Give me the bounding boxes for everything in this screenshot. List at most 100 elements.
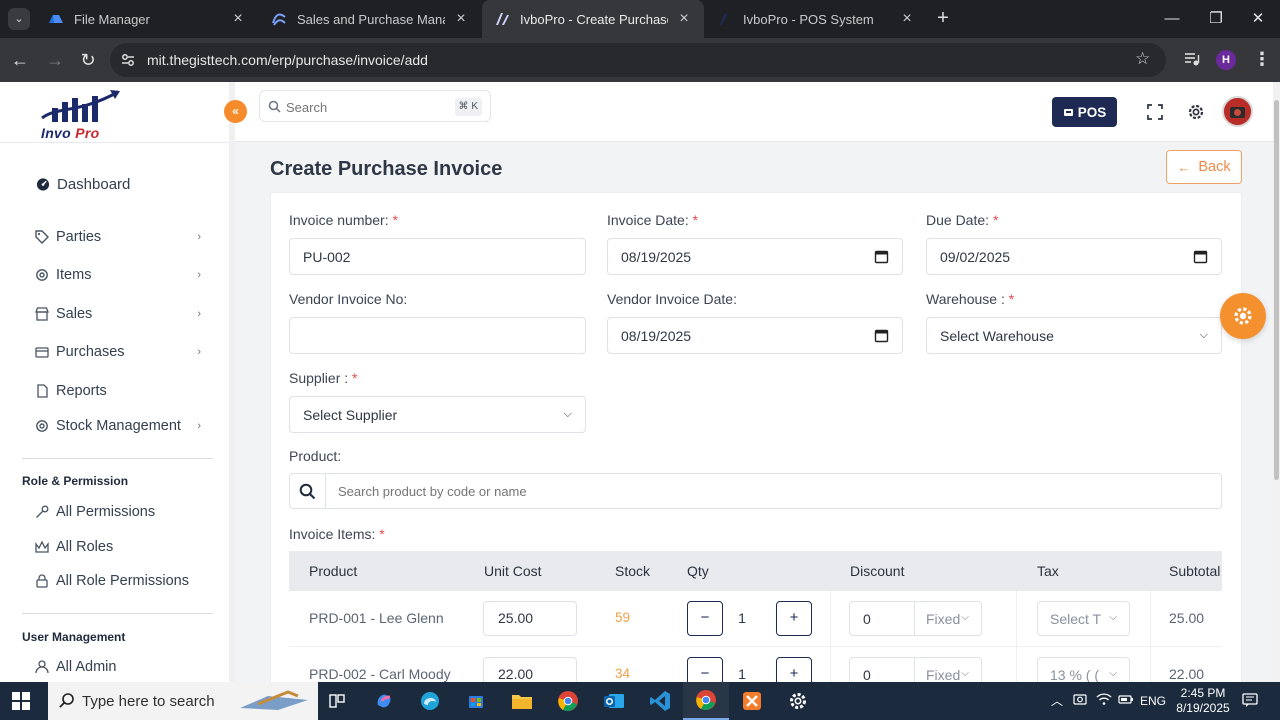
tax-value: 13 % ( ( [1050,667,1100,683]
sidebar-item-all-admin[interactable]: All Admin [35,655,205,679]
user-avatar[interactable] [1222,96,1253,127]
vendor-invoice-date-field[interactable]: 08/19/2025 [607,317,903,354]
unit-cost-input[interactable]: 25.00 [483,601,577,636]
due-date-field[interactable]: 09/02/2025 [926,238,1222,275]
qty-increase-button[interactable]: + [776,601,812,636]
pos-button[interactable]: POS [1052,97,1117,127]
collapse-sidebar-button[interactable]: « [224,100,247,123]
chevron-up-icon[interactable]: ︿ [1051,692,1063,709]
minimize-button[interactable]: — [1150,0,1194,38]
task-view-icon[interactable] [314,682,360,720]
scrollbar-thumb[interactable] [1274,100,1279,480]
fullscreen-icon[interactable] [1146,103,1164,121]
supplier-select[interactable]: Select Supplier ⌵ [289,396,586,433]
copilot-icon[interactable] [361,682,407,720]
notification-icon[interactable] [1242,692,1258,711]
discount-type[interactable]: Fixed [926,667,960,683]
discount-value[interactable]: 0 [863,611,871,627]
restore-button[interactable]: ❐ [1194,0,1238,38]
calendar-icon[interactable] [1193,249,1208,264]
reload-button[interactable]: ↻ [76,48,100,72]
chevron-down-icon: ⌵ [1109,668,1117,679]
sidebar-item-parties[interactable]: Parties › [35,225,205,249]
warehouse-select[interactable]: Select Warehouse ⌵ [926,317,1222,354]
windows-start-icon[interactable] [12,692,30,710]
taskbar-search[interactable]: Type here to search [48,682,318,720]
edge-browser-icon[interactable] [407,682,453,720]
close-icon[interactable]: × [899,10,915,28]
profile-avatar[interactable]: H [1216,50,1236,70]
sidebar-item-purchases[interactable]: Purchases › [35,340,205,364]
file-explorer-icon[interactable] [499,682,545,720]
new-tab-button[interactable]: + [932,7,954,29]
settings-gear-icon[interactable] [775,682,821,720]
taskbar-clock[interactable]: 2:45 PM 8/19/2025 [1168,686,1238,716]
sidebar-item-reports[interactable]: Reports [35,379,205,403]
close-window-button[interactable]: ✕ [1236,0,1280,38]
vendor-invoice-no-label: Vendor Invoice No: [289,291,408,307]
sidebar-item-stock-management[interactable]: Stock Management › [35,414,205,438]
page-scrollbar[interactable] [1273,82,1280,682]
settings-fab-button[interactable] [1220,293,1266,339]
discount-value[interactable]: 0 [863,667,871,683]
chevron-down-icon: ⌵ [1199,329,1208,341]
store-icon[interactable] [453,682,499,720]
sidebar-scrollbar[interactable] [229,82,235,682]
wifi-icon[interactable] [1096,692,1112,709]
xampp-icon[interactable] [729,682,775,720]
tab-pos-system[interactable]: IvboPro - POS System × [705,0,927,38]
browser-menu-icon[interactable]: ⋮ [1253,49,1271,70]
warehouse-label: Warehouse : * [926,291,1014,307]
column-header-subtotal: Subtotal [1169,563,1221,579]
sidebar-item-all-permissions[interactable]: All Permissions [35,500,205,524]
bookmark-star-icon[interactable]: ☆ [1135,49,1150,69]
search-highlight-image [238,688,313,716]
product-search[interactable] [289,473,1222,509]
outlook-icon[interactable] [591,682,637,720]
column-header-discount: Discount [850,563,905,579]
tab-title: IvboPro - Create Purchase Invo [520,11,668,27]
calendar-icon[interactable] [874,328,889,343]
media-control-icon[interactable] [1183,50,1201,68]
tab-file-manager[interactable]: File Manager × [36,0,258,38]
discount-type[interactable]: Fixed [926,611,960,627]
tax-select[interactable]: Select T ⌵ [1037,601,1130,636]
close-icon[interactable]: × [230,10,246,28]
sidebar-item-sales[interactable]: Sales › [35,302,205,326]
vendor-invoice-no-field[interactable] [289,317,586,354]
label-text: Due Date: [926,212,990,228]
tab-sales-purchase[interactable]: Sales and Purchase Manageme × [259,0,481,38]
url-field[interactable]: mit.thegisttech.com/erp/purchase/invoice… [110,43,1166,77]
required-mark: * [1008,291,1015,307]
chrome-icon[interactable] [545,682,591,720]
forward-nav-button[interactable]: → [43,48,67,72]
settings-gear-icon[interactable] [1187,103,1205,121]
discount-field[interactable]: 0 Fixed ⌵ [849,601,982,636]
search-input[interactable] [286,97,446,117]
back-nav-button[interactable]: ← [8,48,32,72]
chrome-icon[interactable] [683,682,729,720]
sidebar-item-dashboard[interactable]: Dashboard [36,172,206,196]
product-search-input[interactable] [338,482,938,500]
due-date-value: 09/02/2025 [940,248,1011,265]
language-indicator[interactable]: ENG [1140,694,1166,708]
close-icon[interactable]: × [676,10,692,28]
qty-value[interactable]: 1 [715,601,769,636]
sidebar-item-all-roles[interactable]: All Roles [35,535,205,559]
camera-icon[interactable] [1073,692,1087,709]
tab-search-button[interactable]: ⌄ [8,8,30,30]
sidebar-item-all-role-permissions[interactable]: All Role Permissions [35,569,205,593]
sidebar-item-items[interactable]: Items › [35,263,205,287]
app-logo[interactable]: Invo Pro [38,88,122,141]
vscode-icon[interactable] [637,682,683,720]
battery-icon[interactable] [1118,692,1134,709]
invoice-number-field[interactable]: PU-002 [289,238,586,275]
back-button[interactable]: ← Back [1166,150,1242,184]
tax-value: Select T [1050,611,1102,627]
invoice-date-field[interactable]: 08/19/2025 [607,238,903,275]
tab-create-purchase-invoice[interactable]: IvboPro - Create Purchase Invo × [482,0,704,38]
global-search[interactable]: ⌘ K [259,90,491,122]
calendar-icon[interactable] [874,249,889,264]
close-icon[interactable]: × [453,10,469,28]
site-settings-icon[interactable] [120,52,136,68]
